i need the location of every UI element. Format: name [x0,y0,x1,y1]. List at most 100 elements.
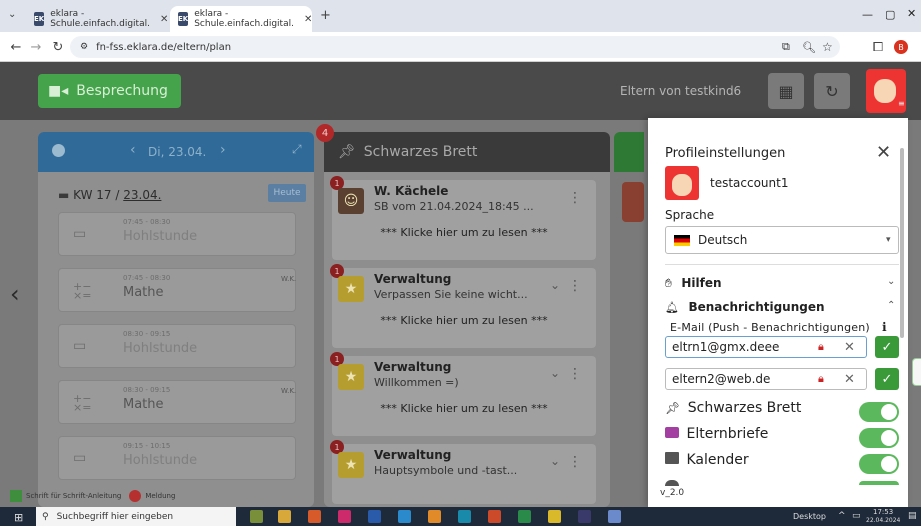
week-row: ▬ KW 17 / 23.04. [58,188,161,202]
account-avatar [665,166,699,200]
chevron-up-icon[interactable]: ^ [838,511,846,521]
refresh-button[interactable]: ↻ [814,73,850,109]
panel-scrollbar[interactable] [900,148,904,338]
app-icon[interactable] [608,510,621,523]
app-icon[interactable] [308,510,321,523]
chrome-icon[interactable] [548,510,561,523]
hilfen-section[interactable]: ✋︎ Hilfen ⌄ [665,276,899,294]
bookmark-star-icon[interactable]: ☆ [822,40,833,54]
star-icon: ★ [338,364,364,390]
more-options-icon[interactable]: ⋮ [568,190,582,206]
new-tab-button[interactable]: + [320,8,331,23]
tab-list-chevron-icon[interactable]: ⌄ [8,9,16,20]
minimize-icon[interactable]: — [862,8,873,21]
more-options-icon[interactable]: ⋮ [568,366,582,382]
taskview-icon[interactable] [250,510,263,523]
confirm-email-button[interactable]: ✓ [875,336,899,358]
email-value: eltrn1@gmx.deee [672,340,780,354]
profile-avatar[interactable]: B [894,40,908,54]
legend-label: Schrift für Schrift-Anleitung [26,492,122,500]
expand-icon[interactable]: ⤢ [292,142,302,157]
clear-icon[interactable]: ✕ [844,372,855,387]
brett-card[interactable]: 1 ☺ W. Kächele SB vom 21.04.2024_18:45 .… [330,176,596,260]
lock-icon[interactable]: 🔒︎ [818,372,824,386]
chevron-down-icon[interactable]: ⌄ [550,454,560,468]
back-arrow-icon[interactable]: ← [6,37,26,57]
read-more-link[interactable]: *** Klicke hier um zu lesen *** [332,226,596,239]
plan-slot[interactable]: +− ×= 08:30 - 09:15 Mathe W.K. [58,380,296,424]
plan-slot[interactable]: +− ×= 07:45 - 08:30 Mathe W.K. [58,268,296,312]
today-button[interactable]: Heute [268,184,306,202]
app-icon[interactable] [578,510,591,523]
schwarzes-brett-toggle[interactable] [859,402,899,422]
read-more-link[interactable]: *** Klicke hier um zu lesen *** [332,402,596,415]
previous-arrow-icon[interactable]: ‹ [10,280,20,308]
menu-lines-icon: ≡ [898,99,905,108]
powerpoint-icon[interactable] [488,510,501,523]
third-column-button [622,182,644,222]
app-icon[interactable] [428,510,441,523]
close-panel-icon[interactable]: ✕ [876,142,891,163]
language-value: Deutsch [698,233,748,247]
brett-card[interactable]: 1 ★ Verwaltung Willkommen =) ⌄ ⋮ *** Kli… [330,352,596,436]
toggle-label: Schwarzes Brett [687,400,802,416]
brett-card[interactable]: 1 ★ Verwaltung Verpassen Sie keine wicht… [330,264,596,348]
email-field[interactable]: eltrn1@gmx.deee 🔒︎ ✕ [665,336,867,358]
prev-day-icon[interactable]: ‹ [130,142,136,158]
plan-slot[interactable]: ▭ 09:15 - 10:15 Hohlstunde [58,436,296,480]
chat-icon: ▭ [73,450,87,466]
taskbar-search[interactable]: ⚲ Suchbegriff hier eingeben [36,507,236,526]
windows-start-icon[interactable]: ⊞ [14,511,23,524]
word-icon[interactable] [368,510,381,523]
besprechung-button[interactable]: ■◂ Besprechung [38,74,181,108]
avatar-face-icon [672,174,692,196]
forward-arrow-icon[interactable]: → [26,37,46,57]
close-tab-icon[interactable]: ✕ [160,14,168,25]
benachrichtigungen-section[interactable]: 🔔︎ Benachrichtigungen ⌃ [665,300,899,318]
network-icon[interactable]: ▭ [852,511,861,521]
calendar-button[interactable]: ▦ [768,73,804,109]
reload-icon[interactable]: ↻ [48,37,68,57]
info-icon[interactable]: ℹ [882,320,887,334]
clear-icon[interactable]: ✕ [844,340,855,355]
legend-red-swatch [129,490,142,502]
lock-icon[interactable]: 🔒︎ [818,340,824,354]
plan-slot[interactable]: ▭ 07:45 - 08:30 Hohlstunde [58,212,296,256]
notification-icon[interactable]: ▤ [908,511,917,521]
explorer-icon[interactable] [278,510,291,523]
app-icon[interactable] [398,510,411,523]
extensions-icon[interactable]: ⧠ [868,37,888,57]
app-icon[interactable] [338,510,351,523]
edge-icon[interactable] [458,510,471,523]
maximize-icon[interactable]: ▢ [885,8,895,21]
card-title: W. Kächele [374,184,449,198]
brett-card[interactable]: 1 ★ Verwaltung Hauptsymbole und -tast...… [330,440,596,504]
elternbriefe-toggle[interactable] [859,428,899,448]
kalender-toggle[interactable] [859,454,899,474]
excel-icon[interactable] [518,510,531,523]
site-info-icon[interactable]: ⚙ [80,42,88,52]
email-field[interactable]: eltern2@web.de 🔒︎ ✕ [665,368,867,390]
more-options-icon[interactable]: ⋮ [568,454,582,470]
cast-icon[interactable]: ⧉ [782,40,790,54]
desktop-label[interactable]: Desktop [793,512,826,521]
card-subtitle: Willkommen =) [374,376,459,389]
confirm-email-button[interactable]: ✓ [875,368,899,390]
close-tab-icon[interactable]: ✕ [304,14,312,25]
window-close-icon[interactable]: ✕ [907,7,916,20]
browser-tab-2[interactable]: EK eklara - Schule.einfach.digital. ✕ [170,6,312,32]
clock-date: 22.04.2024 [866,517,901,524]
zoom-icon[interactable]: 🔍︎ [802,41,816,54]
user-avatar-button[interactable]: ≡ [866,69,906,113]
more-options-icon[interactable]: ⋮ [568,278,582,294]
next-day-icon[interactable]: › [220,142,226,158]
plan-slot[interactable]: ▭ 08:30 - 09:15 Hohlstunde [58,324,296,368]
browser-tab-1[interactable]: EK eklara - Schule.einfach.digital. ✕ [26,6,168,32]
read-more-link[interactable]: *** Klicke hier um zu lesen *** [332,314,596,327]
week-date-link[interactable]: 23.04. [123,188,161,202]
chevron-down-icon[interactable]: ⌄ [550,278,560,292]
url-input[interactable]: ⚙ fn-fss.eklara.de/eltern/plan ⧉ 🔍︎ ☆ [70,36,840,58]
plan-date[interactable]: Di, 23.04. [148,145,206,159]
language-select[interactable]: Deutsch ▾ [665,226,899,254]
chevron-down-icon[interactable]: ⌄ [550,366,560,380]
